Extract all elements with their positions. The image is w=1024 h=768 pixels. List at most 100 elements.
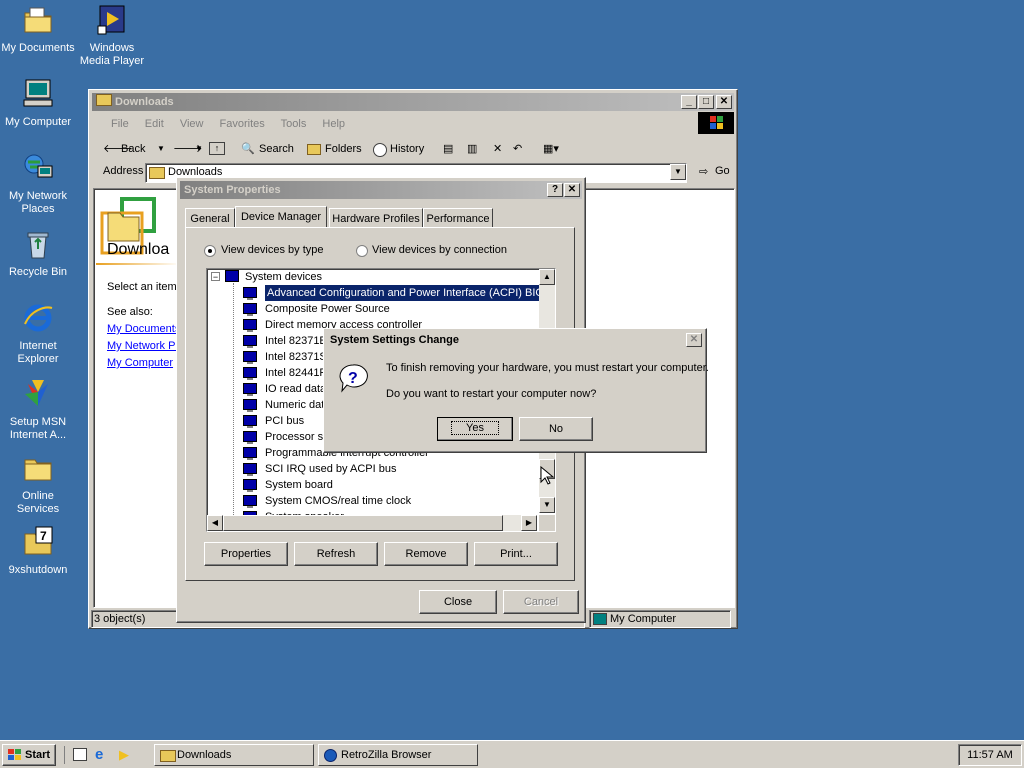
explorer-titlebar[interactable]: Downloads _ □ ✕ [92,93,734,111]
desktop-icon-9xshutdown[interactable]: 7 9xshutdown [0,526,76,577]
clock[interactable]: 11:57 AM [967,749,1013,761]
go-button[interactable]: Go [715,165,730,177]
link-my-computer[interactable]: My Computer [107,357,173,369]
device-row[interactable]: Numeric dat [243,397,324,413]
device-row[interactable]: Composite Power Source [243,301,390,317]
no-button[interactable]: No [519,417,593,441]
maximize-button[interactable]: □ [698,95,714,109]
device-row[interactable]: System board [243,477,333,493]
menu-file[interactable]: File [111,118,129,130]
sysprops-titlebar[interactable]: System Properties ? ✕ [180,181,582,199]
scroll-thumb-horizontal[interactable] [223,515,503,531]
yes-button[interactable]: Yes [437,417,513,441]
undo-icon[interactable]: ↶ [513,137,522,161]
move-to-icon[interactable]: ▤ [443,137,453,161]
device-row[interactable]: Intel 82441F [243,365,326,381]
close-dialog-button[interactable]: Close [419,590,497,614]
device-icon [243,463,257,476]
up-folder-icon[interactable]: ↑ [209,142,225,155]
back-dropdown-icon[interactable]: ▼ [157,137,165,161]
browser-globe-icon [324,749,337,762]
status-zone: My Computer [610,613,677,625]
tab-strip: General Device Manager Hardware Profiles… [185,206,577,228]
properties-button[interactable]: Properties [204,542,288,566]
close-button[interactable]: ✕ [716,95,732,109]
link-my-documents[interactable]: My Documents [107,323,180,335]
desktop-icon-recycle-bin[interactable]: Recycle Bin [0,228,76,279]
device-icon [243,319,257,332]
device-row[interactable]: Processor su [243,429,329,445]
folder-icon [149,167,165,179]
device-row[interactable]: SCI IRQ used by ACPI bus [243,461,396,477]
radio-label: View devices by connection [372,244,507,256]
help-button[interactable]: ? [547,183,563,197]
cancel-button: Cancel [503,590,579,614]
desktop-icon-label: 9xshutdown [8,564,68,576]
print-button[interactable]: Print... [474,542,558,566]
desktop-icon-my-computer[interactable]: My Computer [0,78,76,129]
remove-button[interactable]: Remove [384,542,468,566]
desktop-icon-internet-explorer[interactable]: Internet Explorer [0,302,76,366]
desktop-icon-media-player[interactable]: Windows Media Player [74,4,150,68]
device-row[interactable]: IO read data [243,381,326,397]
tab-hardware-profiles[interactable]: Hardware Profiles [329,208,423,228]
back-button[interactable]: Back [121,137,145,161]
desktop-icon-label: Online Services [16,490,60,515]
taskbar-button-retrozilla[interactable]: RetroZilla Browser [318,744,478,766]
history-button[interactable]: History [390,137,424,161]
tab-general[interactable]: General [185,208,235,228]
go-arrow-icon: ⇨ [699,166,709,178]
menu-help[interactable]: Help [322,118,345,130]
link-my-network-places[interactable]: My Network Pl [107,340,178,352]
dialog-titlebar[interactable]: System Settings Change ✕ [326,331,704,349]
copy-to-icon[interactable]: ▥ [467,137,477,161]
menu-view[interactable]: View [180,118,204,130]
scroll-down-button[interactable]: ▼ [539,497,555,513]
address-dropdown-button[interactable]: ▼ [670,164,686,180]
horizontal-scrollbar[interactable]: ◀ ▶ [207,515,537,531]
menu-tools[interactable]: Tools [281,118,307,130]
minimize-button[interactable]: _ [681,95,697,109]
start-button[interactable]: Start [2,744,56,766]
mouse-cursor-icon [540,466,554,485]
desktop-icon-network[interactable]: My Network Places [0,152,76,216]
refresh-button[interactable]: Refresh [294,542,378,566]
search-button[interactable]: Search [259,137,294,161]
tree-root-label[interactable]: System devices [245,269,322,285]
forward-dropdown-icon[interactable]: ▼ [195,137,203,161]
tab-performance[interactable]: Performance [423,208,493,228]
media-player-icon[interactable]: ▶ [119,747,129,763]
search-icon: 🔍 [241,143,255,155]
device-row[interactable]: Intel 82371E [243,333,327,349]
folder-icon [24,459,52,481]
delete-icon[interactable]: ✕ [493,137,502,161]
folders-button[interactable]: Folders [325,137,362,161]
scroll-right-button[interactable]: ▶ [521,515,537,531]
device-row[interactable]: System CMOS/real time clock [243,493,411,509]
tab-device-manager[interactable]: Device Manager [235,206,327,228]
device-row-acpi[interactable]: Advanced Configuration and Power Interfa… [243,285,554,301]
menu-bar: File Edit View Favorites Tools Help [95,114,711,134]
device-row[interactable]: PCI bus [243,413,304,429]
close-button[interactable]: ✕ [564,183,580,197]
computer-icon [593,613,607,625]
scroll-corner [539,515,555,531]
desktop-icon-online-services[interactable]: Online Services [0,452,76,516]
tree-collapse-icon[interactable]: − [211,272,220,282]
show-desktop-icon[interactable] [73,748,87,761]
internet-explorer-icon [24,304,53,332]
close-button[interactable]: ✕ [686,333,702,347]
device-row[interactable]: Intel 82371S [243,349,327,365]
taskbar-button-downloads[interactable]: Downloads [154,744,314,766]
menu-edit[interactable]: Edit [145,118,164,130]
internet-explorer-icon[interactable]: e [95,746,103,763]
device-icon [243,335,257,348]
dialog-message-line2: Do you want to restart your computer now… [386,388,597,400]
scroll-up-button[interactable]: ▲ [539,269,555,285]
desktop-icon-my-documents[interactable]: My Documents [0,4,76,55]
views-icon[interactable]: ▦▾ [543,137,559,161]
desktop-icon-msn[interactable]: Setup MSN Internet A... [0,378,76,442]
task-label: RetroZilla Browser [341,749,432,761]
menu-favorites[interactable]: Favorites [220,118,265,130]
scroll-left-button[interactable]: ◀ [207,515,223,531]
